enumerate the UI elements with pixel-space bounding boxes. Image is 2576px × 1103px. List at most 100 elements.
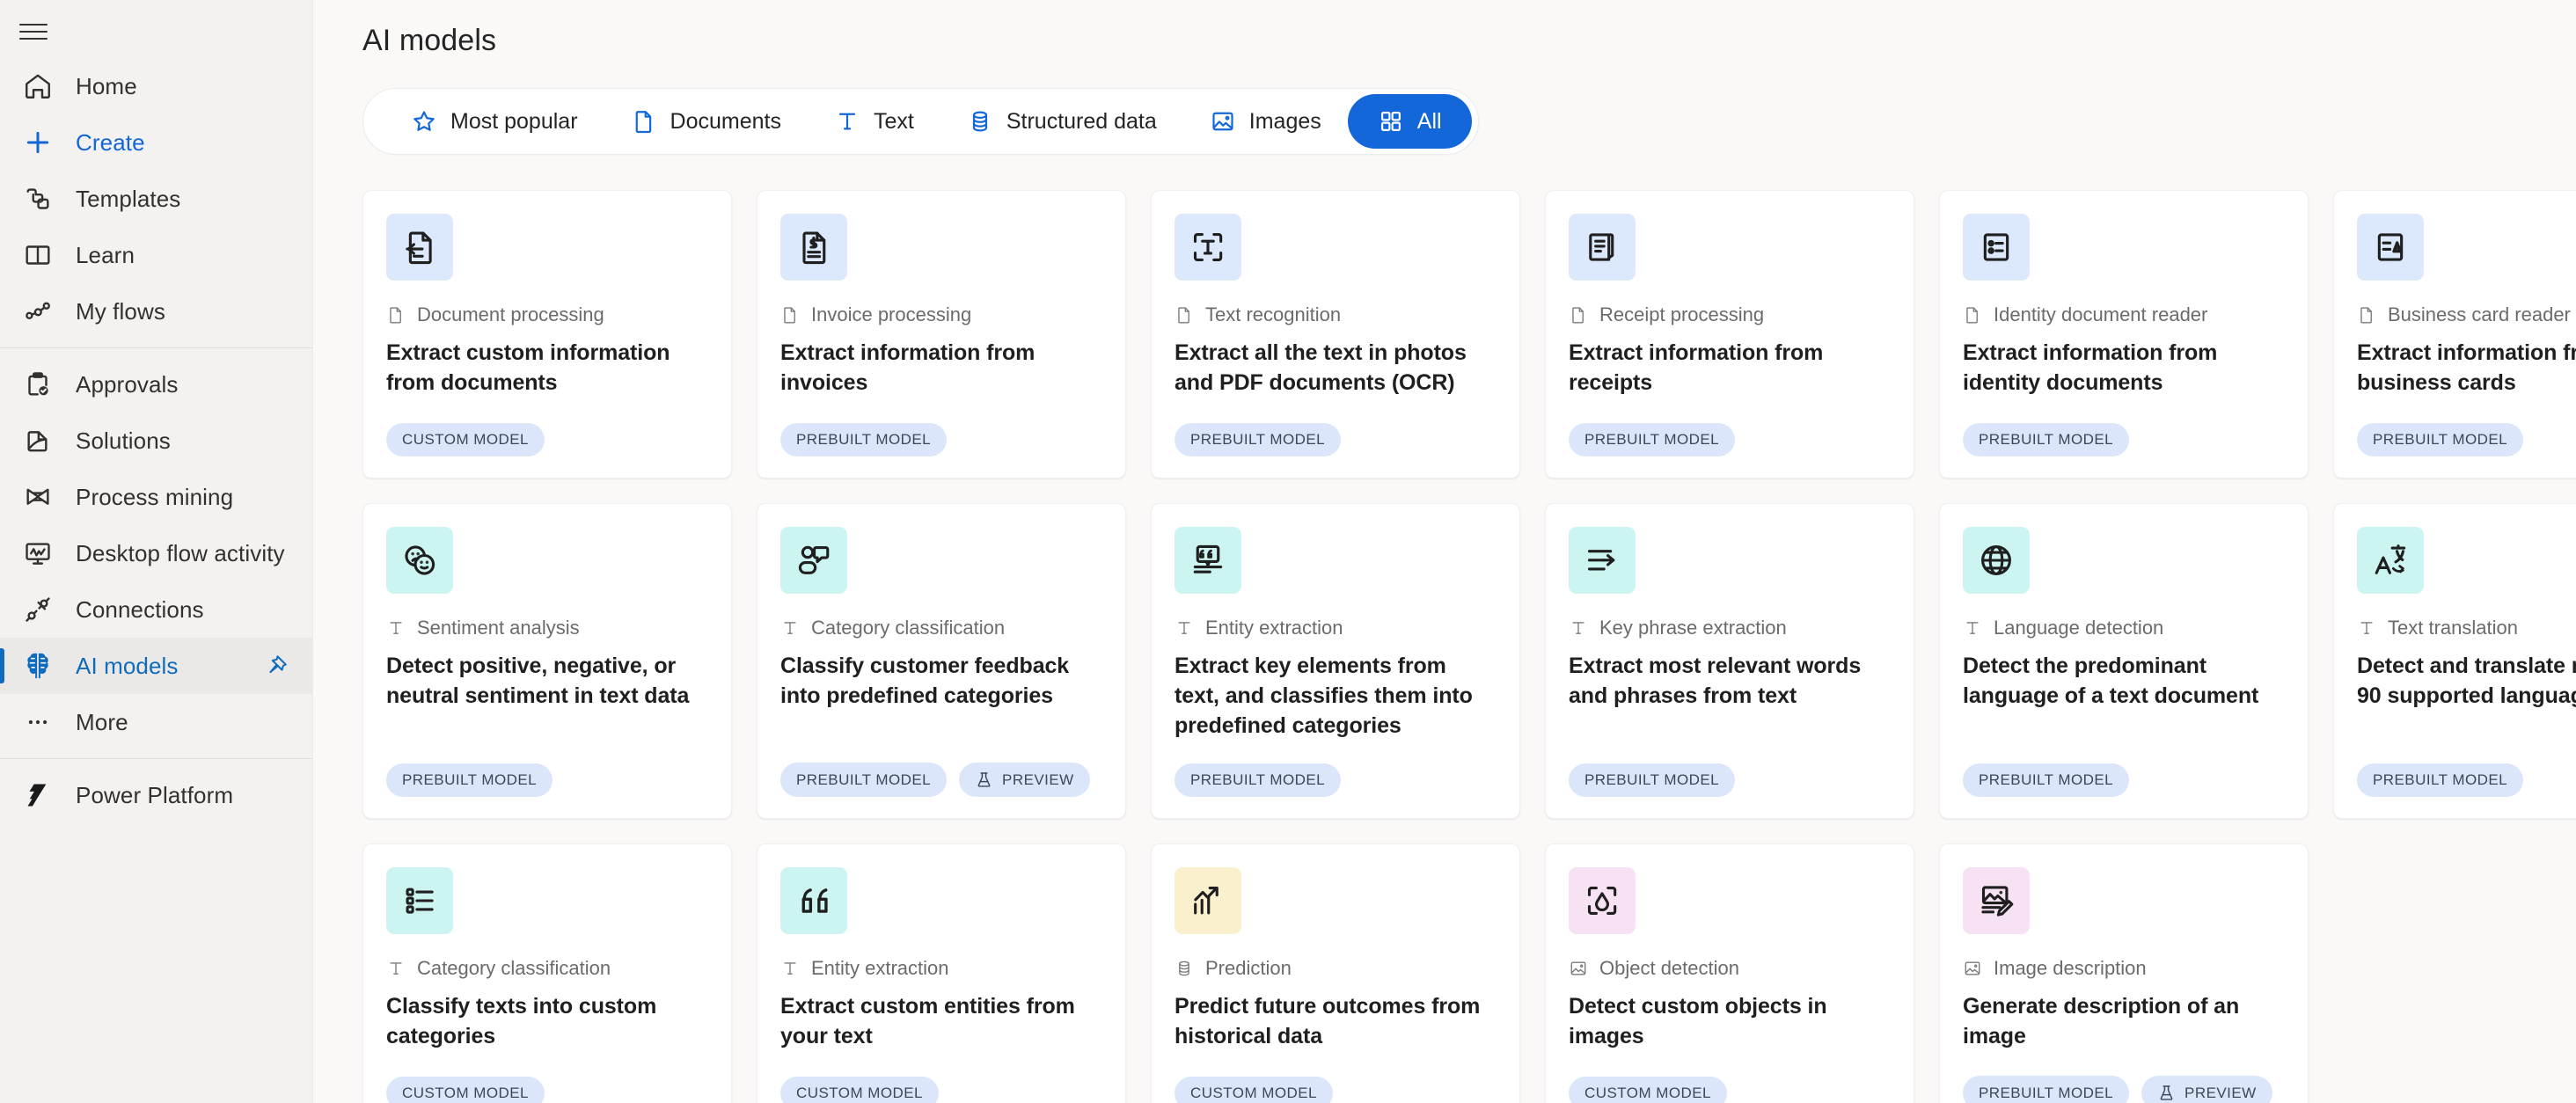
model-card[interactable]: Language detection Detect the predominant… [1939,503,2309,820]
model-card[interactable]: Key phrase extraction Extract most releva… [1545,503,1914,820]
ai-brain-icon [19,647,56,684]
plug-icon [19,591,56,628]
model-card-badges: PREBUILT MODEL [1569,400,1891,457]
sidebar-divider [0,758,312,759]
beaker-icon [975,771,993,789]
business-card-icon [2357,214,2424,281]
beaker-icon [2157,1084,2176,1102]
filter-tab-images[interactable]: Images [1183,94,1348,149]
sidebar-item-approvals[interactable]: Approvals [0,356,312,413]
model-card[interactable]: Object detection Detect custom objects in… [1545,844,1914,1103]
quote-marks-icon [780,867,847,935]
status-badge: PREBUILT MODEL [1569,423,1736,457]
flow-icon [19,293,56,330]
sidebar-item-more[interactable]: More [0,694,312,750]
document-icon [2357,304,2376,325]
status-badge-label: PREBUILT MODEL [1584,771,1720,789]
model-card-badges: PREBUILT MODEL [1963,741,2285,798]
model-card[interactable]: Image description Generate description of… [1939,844,2309,1103]
pin-icon[interactable] [263,653,289,679]
sidebar-item-label: Desktop flow activity [76,539,285,566]
sidebar-item-ai-models[interactable]: AI models [0,638,312,694]
status-badge-label: PREBUILT MODEL [1190,771,1326,789]
sidebar-item-connections[interactable]: Connections [0,581,312,638]
sidebar-item-create[interactable]: Create [0,114,312,171]
hamburger-icon[interactable] [19,20,49,43]
status-badge-label: PREBUILT MODEL [402,771,538,789]
text-t-icon [2357,617,2376,639]
sidebar-item-templates[interactable]: Templates [0,171,312,227]
model-card-grid: Document processing Extract custom inform… [362,190,2576,1103]
main-content: AI models Most popular Documents Text Struc… [313,0,2576,1103]
status-badge: PREBUILT MODEL [2357,763,2524,798]
model-card[interactable]: Business card reader Extract information … [2333,190,2576,478]
sidebar-item-label: More [76,708,128,735]
app-root: Home Create Templates Learn My flows Approval… [0,0,2576,1103]
sidebar-item-learn[interactable]: Learn [0,227,312,283]
model-card-title: Extract custom information from document… [386,340,670,395]
model-card[interactable]: Invoice processing Extract information fr… [757,190,1126,478]
desktop-activity-icon [19,535,56,572]
model-card-badges: PREBUILT MODEL [1569,741,1891,798]
model-card[interactable]: Entity extraction Extract custom entities… [757,844,1126,1103]
model-card-category-label: Text translation [2388,617,2518,639]
hamburger-row [0,5,312,58]
sidebar-item-solutions[interactable]: Solutions [0,413,312,469]
model-card-title: Extract key elements from text, and clas… [1175,654,1473,738]
filter-tab-structured-data[interactable]: Structured data [940,94,1183,149]
model-card-category: Invoice processing [780,303,1102,326]
filter-tab-all[interactable]: All [1347,94,1472,149]
document-icon [1569,304,1588,325]
model-card-badges: PREBUILT MODEL [386,741,708,798]
model-card-category: Business card reader [2357,303,2576,326]
sidebar-divider [0,347,312,348]
sidebar-item-process-mining[interactable]: Process mining [0,469,312,525]
power-platform-icon [19,777,56,814]
sidebar-item-label: Connections [76,595,204,623]
model-card-category-label: Invoice processing [811,303,972,325]
model-card[interactable]: Document processing Extract custom inform… [362,190,732,478]
model-card-category: Key phrase extraction [1569,617,1891,639]
document-icon [1963,304,1982,325]
model-card[interactable]: Sentiment analysis Detect positive, negat… [362,503,732,820]
image-edit-icon [1963,867,2030,935]
model-card[interactable]: Category classification Classify customer… [757,503,1126,820]
home-icon [19,68,56,105]
document-icon [631,108,657,135]
model-card[interactable]: Identity document reader Extract informat… [1939,190,2309,478]
status-badge: CUSTOM MODEL [1569,1077,1727,1103]
model-card-category-label: Language detection [1994,617,2164,639]
model-card[interactable]: Text recognition Extract all the text in … [1151,190,1520,478]
document-icon [1175,304,1194,325]
filter-tab-documents[interactable]: Documents [604,94,808,149]
document-extract-icon [386,214,453,281]
model-card[interactable]: Prediction Predict future outcomes from h… [1151,844,1520,1103]
sidebar-item-power-platform[interactable]: Power Platform [0,767,312,823]
model-card-category: Object detection [1569,957,1891,980]
sidebar-item-my-flows[interactable]: My flows [0,283,312,340]
model-card[interactable]: Text translation Detect and translate mor… [2333,503,2576,820]
filter-tab-label: Documents [670,108,781,134]
sidebar-item-label: Process mining [76,483,234,510]
model-card-title: Classify texts into custom categories [386,994,657,1048]
model-card-badges: PREBUILT MODEL PREVIEW [780,740,1102,798]
status-badge-label: PREBUILT MODEL [2373,431,2508,448]
sidebar-item-label: Solutions [76,427,171,454]
model-card[interactable]: Category classification Classify texts in… [362,844,732,1103]
filter-tab-label: Most popular [450,108,578,134]
status-badge: PREBUILT MODEL [1569,763,1736,798]
sidebar-item-home[interactable]: Home [0,58,312,114]
filter-tab-most-popular[interactable]: Most popular [384,94,604,149]
status-badge-label: CUSTOM MODEL [1584,1085,1711,1102]
status-badge-label: PREBUILT MODEL [2373,771,2508,789]
sidebar-item-desktop-flow-activity[interactable]: Desktop flow activity [0,525,312,581]
globe-icon [1963,527,2030,594]
model-card-category: Category classification [386,957,708,980]
image-icon [1210,108,1236,135]
filter-tab-text[interactable]: Text [808,94,940,149]
model-card[interactable]: Receipt processing Extract information fr… [1545,190,1914,478]
model-card[interactable]: Entity extraction Extract key elements fr… [1151,503,1520,820]
model-card-category: Sentiment analysis [386,617,708,639]
status-badge-label: CUSTOM MODEL [402,431,529,448]
trend-chart-icon [1175,867,1241,935]
